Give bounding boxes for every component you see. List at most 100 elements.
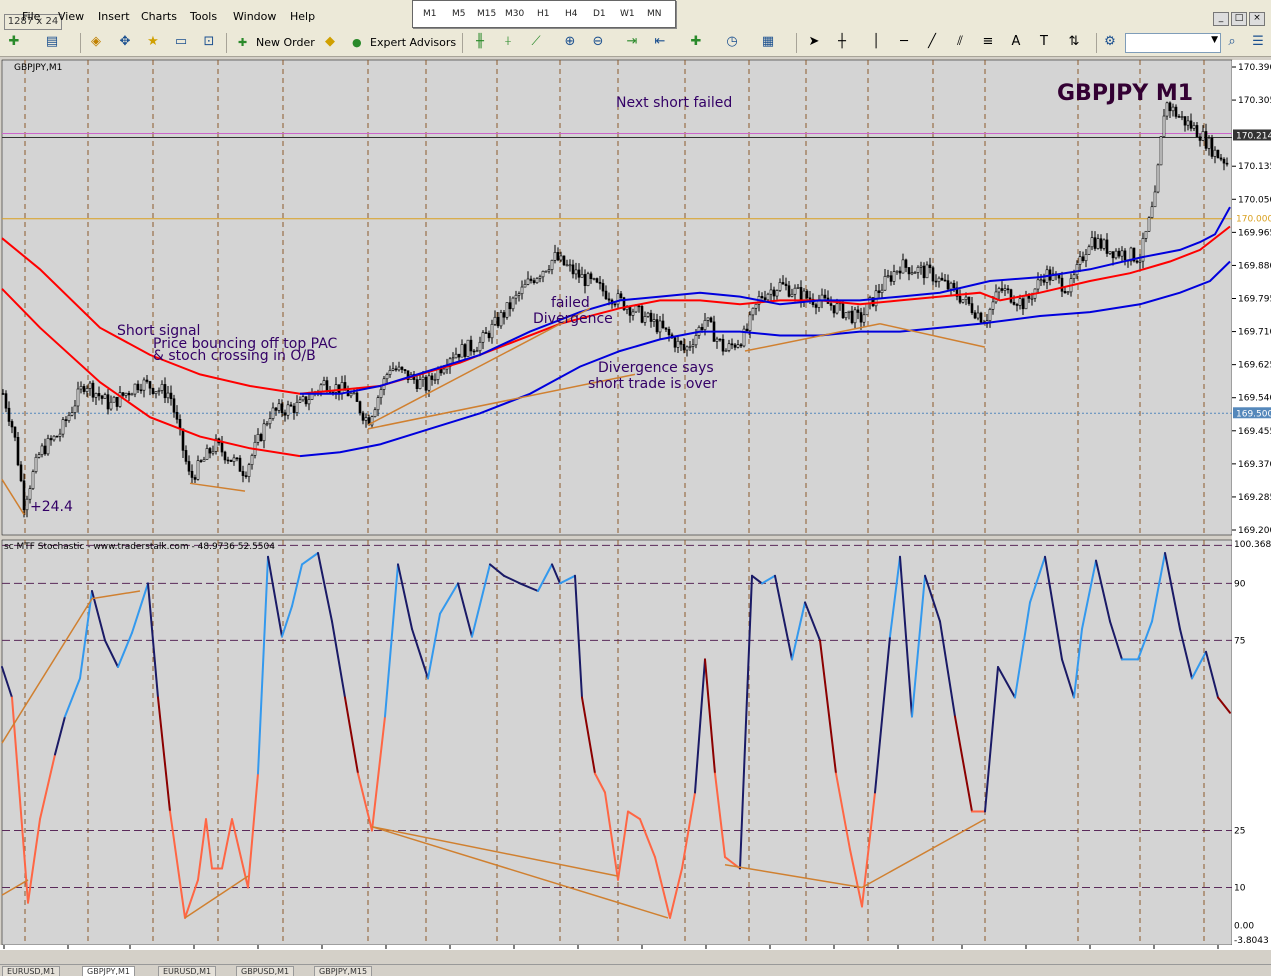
auto-scroll-icon[interactable]: ⇥	[624, 34, 640, 50]
market-watch-icon[interactable]: ◈	[88, 34, 104, 50]
candle-body	[724, 350, 728, 352]
candle-body	[127, 392, 131, 396]
new-chart-icon[interactable]: ✚	[6, 34, 22, 50]
candle-body	[130, 393, 134, 396]
candle-body	[238, 457, 242, 472]
candle-body	[196, 460, 200, 480]
horizontal-line-icon[interactable]: ─	[896, 34, 912, 50]
candle-body	[763, 297, 767, 301]
tf-h4[interactable]: H4	[565, 9, 578, 19]
candle-body	[727, 343, 731, 351]
price-tick-label: 169.200	[1238, 526, 1271, 536]
stoch-tick-label: -3.8043	[1234, 936, 1269, 946]
candle-body	[112, 396, 116, 403]
crosshair-icon[interactable]: ┼	[834, 34, 850, 50]
candle-body	[673, 337, 677, 348]
search-input[interactable]: ▼	[1125, 33, 1221, 53]
candle-body	[640, 306, 644, 323]
chevron-down-icon[interactable]: ▼	[1211, 35, 1218, 45]
menu-tools[interactable]: Tools	[190, 10, 217, 23]
menu-help[interactable]: Help	[290, 10, 315, 23]
toolbar-separator	[80, 33, 81, 53]
tf-m1[interactable]: M1	[423, 9, 437, 19]
tf-d1[interactable]: D1	[593, 9, 606, 19]
fibonacci-icon[interactable]: ≡	[980, 34, 996, 50]
line-chart-icon[interactable]: ⟋	[528, 34, 544, 50]
candle-body	[181, 428, 185, 451]
price-tick-label: 169.625	[1238, 361, 1271, 371]
zoom-in-icon[interactable]: ⊕	[562, 34, 578, 50]
candle-body	[34, 456, 38, 472]
hamburger-icon[interactable]: ☰	[1250, 34, 1266, 50]
chart-shift-icon[interactable]: ⇤	[652, 34, 668, 50]
bar-chart-icon[interactable]: ╫	[472, 34, 488, 50]
tf-m5[interactable]: M5	[452, 9, 466, 19]
candle-body	[1087, 246, 1091, 255]
text-label-icon[interactable]: T	[1036, 34, 1052, 50]
candle-body	[715, 338, 719, 342]
menu-insert[interactable]: Insert	[98, 10, 130, 23]
periods-icon[interactable]: ◷	[724, 34, 740, 50]
candle-body	[958, 296, 962, 303]
tab-chart-active[interactable]: GBPJPY,M1	[82, 966, 135, 976]
tf-h1[interactable]: H1	[537, 9, 550, 19]
tf-m30[interactable]: M30	[505, 9, 524, 19]
tf-mn[interactable]: MN	[647, 9, 662, 19]
settings-icon[interactable]: ⚙	[1102, 34, 1118, 50]
candle-body	[391, 368, 395, 371]
annotation-short-trade-over: short trade is over	[588, 376, 717, 392]
expert-advisors-button[interactable]: ● Expert Advisors	[350, 33, 456, 53]
candle-body	[199, 460, 203, 462]
strategy-tester-icon[interactable]: ⊡	[201, 34, 217, 50]
close-icon[interactable]: ×	[1249, 12, 1265, 26]
toolbar-separator	[462, 33, 463, 53]
zoom-out-icon[interactable]: ⊖	[590, 34, 606, 50]
candle-body	[1174, 106, 1178, 117]
terminal-icon[interactable]: ▭	[173, 34, 189, 50]
metaeditor-icon[interactable]: ◆	[322, 34, 338, 50]
cursor-icon[interactable]: ➤	[806, 34, 822, 50]
minimize-icon[interactable]: _	[1213, 12, 1229, 26]
chart-canvas[interactable]: GBPJPY,M1 sc MTF Stochastic - www.traders…	[0, 57, 1271, 963]
profiles-icon[interactable]: ▤	[44, 34, 60, 50]
candle-body	[586, 273, 590, 287]
templates-icon[interactable]: ▦	[760, 34, 776, 50]
new-order-button[interactable]: ✚ New Order	[236, 33, 315, 53]
price-tick-label: 169.540	[1238, 394, 1271, 404]
arrows-icon[interactable]: ⇅	[1066, 34, 1082, 50]
vertical-line-icon[interactable]: │	[868, 34, 884, 50]
candle-body	[349, 393, 353, 397]
tf-m15[interactable]: M15	[477, 9, 496, 19]
search-icon[interactable]: ⌕	[1224, 34, 1240, 50]
tab-chart[interactable]: GBPJPY,M15	[314, 966, 373, 976]
candle-body	[157, 390, 161, 392]
chart-window[interactable]: GBPJPY,M1 sc MTF Stochastic - www.traders…	[0, 57, 1271, 963]
tab-chart[interactable]: EURUSD,M1	[158, 966, 217, 976]
text-icon[interactable]: A	[1008, 34, 1024, 50]
candle-body	[976, 312, 980, 319]
menu-charts[interactable]: Charts	[141, 10, 177, 23]
candle-body	[280, 403, 284, 414]
candlestick-icon[interactable]: ⍭	[500, 34, 516, 50]
chart-tabs: EURUSD,M1 GBPJPY,M1 EURUSD,M1 GBPUSD,M1 …	[0, 964, 1271, 976]
candle-body	[808, 297, 812, 300]
data-window-icon[interactable]: ✥	[117, 34, 133, 50]
candle-body	[919, 265, 923, 268]
candle-body	[730, 343, 734, 346]
candle-body	[937, 277, 941, 282]
trendline-icon[interactable]: ╱	[924, 34, 940, 50]
menu-file[interactable]: File	[22, 10, 40, 23]
tf-w1[interactable]: W1	[620, 9, 635, 19]
menu-view[interactable]: View	[58, 10, 84, 23]
channel-icon[interactable]: ⫽	[952, 34, 968, 50]
indicators-icon[interactable]: ✚	[688, 34, 704, 50]
candle-body	[1216, 149, 1220, 159]
candle-body	[1213, 149, 1217, 157]
tab-chart[interactable]: EURUSD,M1	[2, 966, 61, 976]
menu-window[interactable]: Window	[233, 10, 276, 23]
candle-body	[472, 350, 476, 353]
restore-icon[interactable]: □	[1231, 12, 1247, 26]
navigator-icon[interactable]: ★	[145, 34, 161, 50]
tab-chart[interactable]: GBPUSD,M1	[236, 966, 295, 976]
candle-body	[655, 319, 659, 333]
